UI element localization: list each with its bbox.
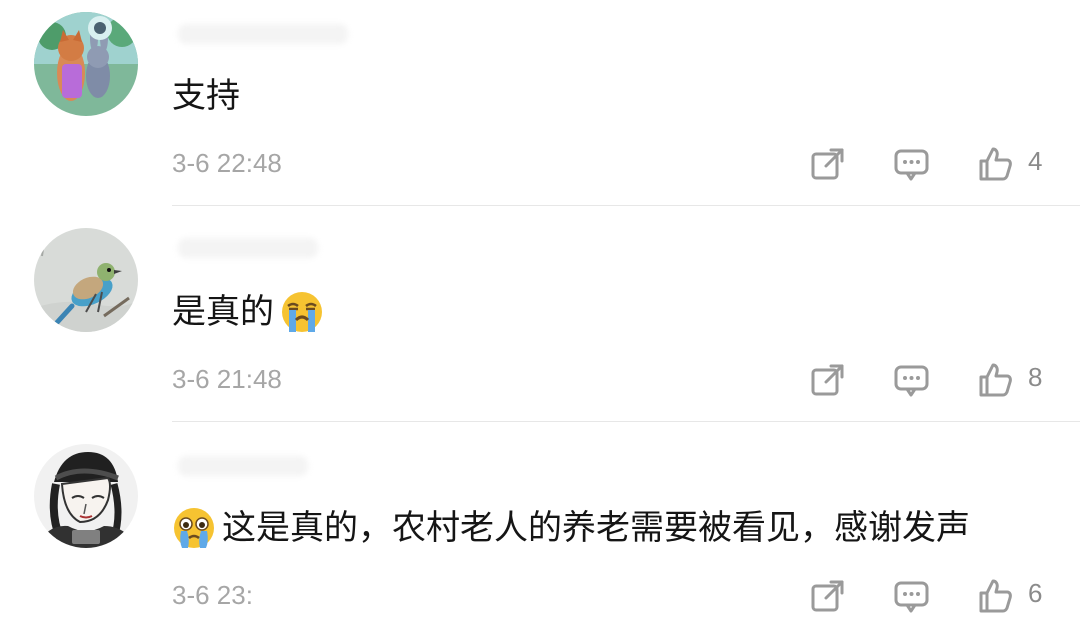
comment-icon[interactable] <box>892 576 932 616</box>
comment-text-content: 是真的 <box>172 292 274 332</box>
avatar[interactable] <box>34 228 138 332</box>
avatar[interactable] <box>34 444 138 548</box>
comment-time: 3-6 22:48 <box>172 148 282 178</box>
comment-time: 3-6 23: <box>172 580 253 610</box>
like-count: 8 <box>1028 362 1043 392</box>
share-icon[interactable] <box>808 360 848 400</box>
comment-actions: 4 <box>808 144 1060 184</box>
like-count: 4 <box>1028 146 1043 176</box>
comment-text-content: 支持 <box>172 76 240 116</box>
thumbs-up-icon[interactable] <box>976 576 1016 616</box>
username[interactable] <box>178 456 308 476</box>
teary-face-emoji <box>172 506 216 550</box>
comment-icon[interactable] <box>892 144 932 184</box>
crying-face-emoji <box>280 290 324 334</box>
like-count: 6 <box>1028 578 1043 608</box>
avatar[interactable] <box>34 12 138 116</box>
thumbs-up-icon[interactable] <box>976 360 1016 400</box>
comment-time: 3-6 21:48 <box>172 364 282 394</box>
share-icon[interactable] <box>808 144 848 184</box>
comment-text: 是真的 <box>172 290 324 334</box>
comment-text: 这是真的，农村老人的养老需要被看见，感谢发声 <box>172 506 970 550</box>
username[interactable] <box>178 238 318 258</box>
comment-divider <box>172 205 1080 206</box>
comment-text-content: 这是真的，农村老人的养老需要被看见，感谢发声 <box>222 508 970 548</box>
comment-actions: 8 <box>808 360 1060 400</box>
comment-actions: 6 <box>808 576 1060 616</box>
comment-divider <box>172 421 1080 422</box>
thumbs-up-icon[interactable] <box>976 144 1016 184</box>
username[interactable] <box>178 24 348 44</box>
comment-text: 支持 <box>172 74 240 118</box>
comment-icon[interactable] <box>892 360 932 400</box>
share-icon[interactable] <box>808 576 848 616</box>
